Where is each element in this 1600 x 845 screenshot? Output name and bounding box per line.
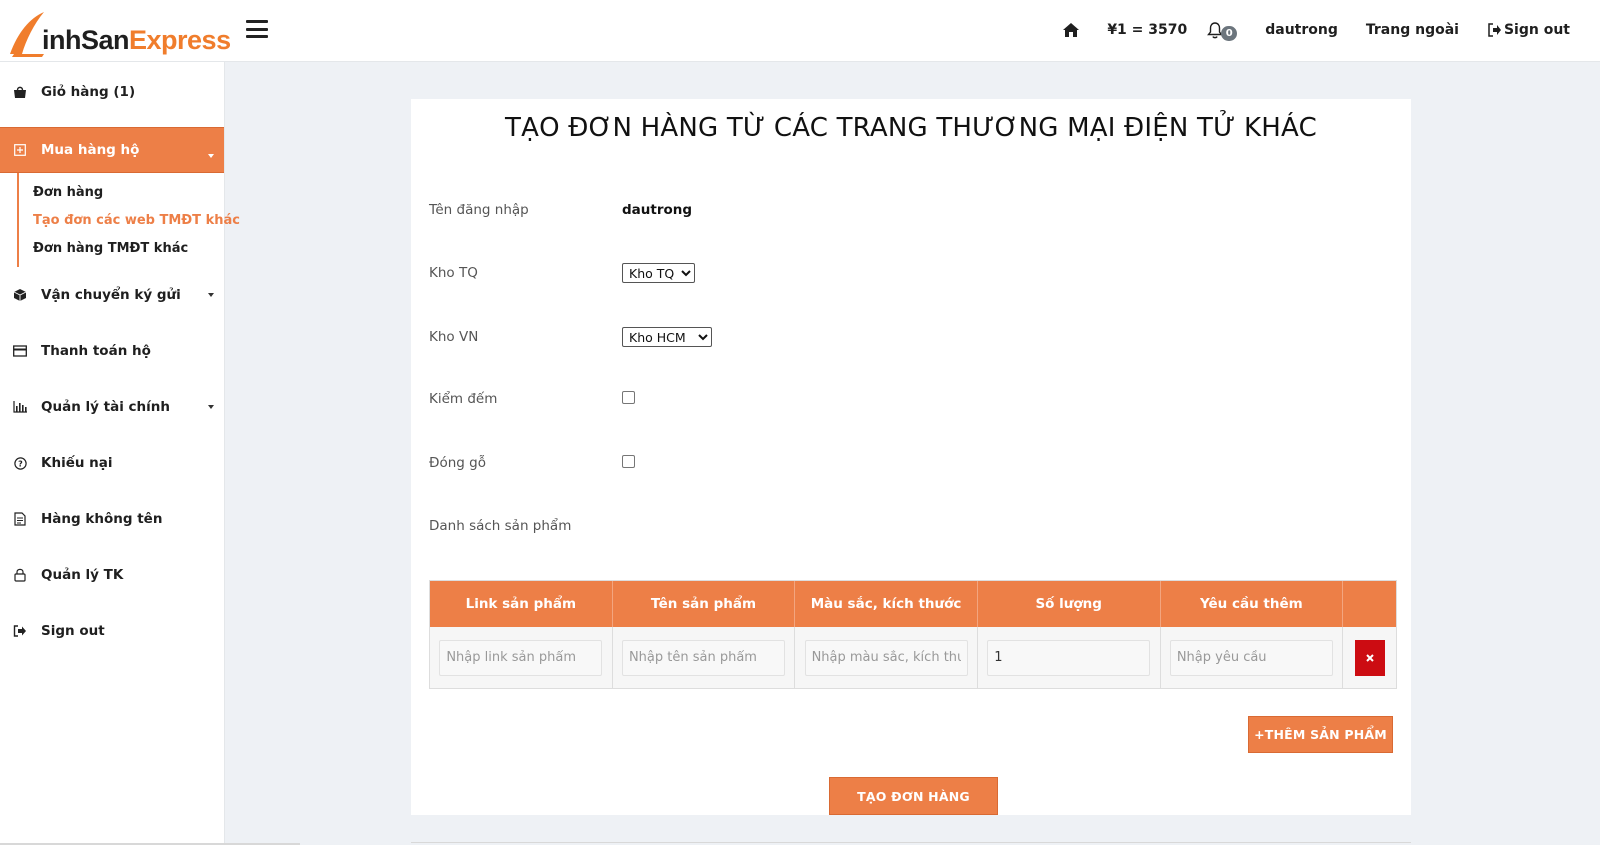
kho-tq-select[interactable]: Kho TQ 1 bbox=[622, 263, 695, 283]
sidebar-item-finance[interactable]: Quản lý tài chính bbox=[0, 379, 224, 435]
sidebar-item-cart[interactable]: Giỏ hàng (1) bbox=[0, 62, 224, 122]
chevron-down-icon bbox=[208, 154, 214, 158]
menu-toggle-icon[interactable] bbox=[246, 20, 268, 38]
logo-text: inhSanExpress bbox=[42, 25, 231, 55]
lock-icon bbox=[12, 567, 28, 583]
sidebar: Giỏ hàng (1) Mua hàng hộ Đơn hàng Tạo đơ… bbox=[0, 62, 240, 845]
product-request-input[interactable] bbox=[1169, 639, 1333, 676]
brand-logo[interactable]: inhSanExpress bbox=[8, 10, 231, 58]
page-title: TẠO ĐƠN HÀNG TỪ CÁC TRANG THƯƠNG MẠI ĐIỆ… bbox=[505, 113, 1317, 143]
sidebar-subitem-other-orders[interactable]: Đơn hàng TMĐT khác bbox=[33, 235, 224, 263]
question-circle-icon: ? bbox=[12, 455, 28, 471]
chevron-down-icon bbox=[208, 293, 214, 297]
plus-square-icon bbox=[12, 142, 28, 158]
count-check-row: Kiểm đếm bbox=[429, 387, 1369, 411]
sidebar-item-buy-for-me[interactable]: Mua hàng hộ bbox=[0, 127, 224, 173]
top-nav: ¥1 = 3570 0 dautrong Trang ngoài Sign ou… bbox=[1063, 0, 1570, 60]
product-color-size-input[interactable] bbox=[804, 639, 968, 676]
svg-text:?: ? bbox=[18, 459, 23, 468]
sidebar-item-account[interactable]: Quản lý TK bbox=[0, 547, 224, 603]
kho-vn-select[interactable]: Kho HCM bbox=[622, 327, 712, 347]
username-row: Tên đăng nhập dautrong bbox=[429, 198, 1369, 222]
document-icon bbox=[12, 511, 28, 527]
chevron-down-icon bbox=[208, 405, 214, 409]
th-request: Yêu cầu thêm bbox=[1161, 581, 1344, 627]
wood-packing-row: Đóng gỗ bbox=[429, 451, 1369, 475]
kho-tq-label: Kho TQ bbox=[429, 265, 478, 281]
username-value: dautrong bbox=[622, 202, 693, 218]
add-product-button[interactable]: +THÊM SẢN PHẨM bbox=[1248, 716, 1393, 753]
wood-packing-label: Đóng gỗ bbox=[429, 455, 486, 471]
sidebar-item-complaint[interactable]: ? Khiếu nại bbox=[0, 435, 224, 491]
products-table: Link sản phẩm Tên sản phẩm Màu sắc, kích… bbox=[429, 580, 1397, 689]
kho-vn-label: Kho VN bbox=[429, 329, 479, 345]
create-order-card: TẠO ĐƠN HÀNG TỪ CÁC TRANG THƯƠNG MẠI ĐIỆ… bbox=[411, 99, 1411, 815]
header-signout-link[interactable]: Sign out bbox=[1487, 22, 1570, 38]
sidebar-subitem-create-other[interactable]: Tạo đơn các web TMĐT khác bbox=[33, 207, 240, 235]
credit-card-icon bbox=[12, 343, 28, 359]
signout-icon bbox=[12, 623, 28, 639]
product-name-input[interactable] bbox=[621, 639, 785, 676]
shopping-bag-icon bbox=[12, 84, 28, 100]
exchange-rate: ¥1 = 3570 bbox=[1107, 22, 1188, 38]
bar-chart-icon bbox=[12, 399, 28, 415]
sidebar-item-shipping[interactable]: Vận chuyển ký gửi bbox=[0, 267, 224, 323]
external-page-link[interactable]: Trang ngoài bbox=[1366, 22, 1459, 38]
sidebar-item-unnamed-goods[interactable]: Hàng không tên bbox=[0, 491, 224, 547]
username-link[interactable]: dautrong bbox=[1265, 22, 1338, 38]
close-icon bbox=[1365, 653, 1374, 662]
th-link: Link sản phẩm bbox=[430, 581, 613, 627]
kho-tq-row: Kho TQ Kho TQ 1 bbox=[429, 261, 1369, 285]
create-order-button[interactable]: TẠO ĐƠN HÀNG bbox=[829, 777, 998, 815]
notification-count-badge: 0 bbox=[1221, 25, 1238, 41]
products-row: Danh sách sản phẩm bbox=[429, 514, 1369, 538]
kho-vn-row: Kho VN Kho HCM bbox=[429, 325, 1369, 349]
submenu-buy-for-me: Đơn hàng Tạo đơn các web TMĐT khác Đơn h… bbox=[17, 173, 240, 267]
th-color-size: Màu sắc, kích thước bbox=[795, 581, 978, 627]
sidebar-item-signout[interactable]: Sign out bbox=[0, 603, 224, 659]
product-quantity-input[interactable] bbox=[987, 639, 1151, 676]
divider bbox=[411, 842, 1411, 843]
sidebar-subitem-orders[interactable]: Đơn hàng bbox=[33, 179, 224, 207]
box-icon bbox=[12, 287, 28, 303]
notifications-button[interactable]: 0 bbox=[1207, 20, 1238, 41]
count-check-label: Kiểm đếm bbox=[429, 391, 498, 407]
delete-row-button[interactable] bbox=[1354, 639, 1385, 676]
top-header: inhSanExpress ¥1 = 3570 0 dautrong Trang… bbox=[0, 0, 1600, 62]
th-quantity: Số lượng bbox=[978, 581, 1161, 627]
product-link-input[interactable] bbox=[439, 639, 603, 676]
wood-packing-checkbox[interactable] bbox=[622, 454, 635, 468]
table-row bbox=[430, 627, 1396, 688]
signout-icon bbox=[1488, 23, 1501, 37]
count-check-checkbox[interactable] bbox=[622, 390, 635, 404]
home-link[interactable] bbox=[1063, 23, 1080, 37]
home-icon bbox=[1063, 23, 1080, 37]
sidebar-item-payment[interactable]: Thanh toán hộ bbox=[0, 323, 224, 379]
username-label: Tên đăng nhập bbox=[429, 202, 529, 218]
table-header: Link sản phẩm Tên sản phẩm Màu sắc, kích… bbox=[430, 581, 1396, 627]
th-action bbox=[1343, 581, 1396, 627]
th-name: Tên sản phẩm bbox=[613, 581, 796, 627]
products-label: Danh sách sản phẩm bbox=[429, 518, 572, 534]
